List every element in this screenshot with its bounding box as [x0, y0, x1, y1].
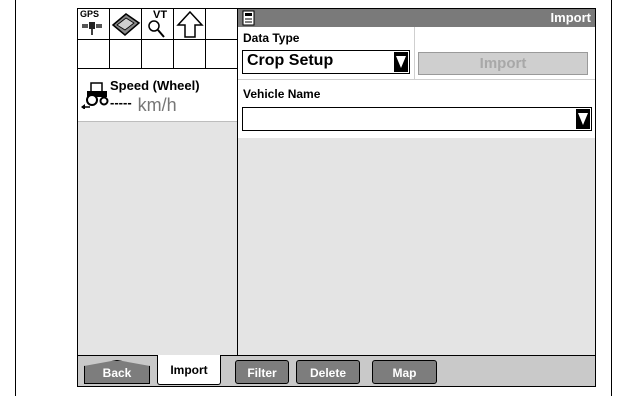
- up-arrow-icon: [176, 10, 204, 38]
- vehicle-name-select[interactable]: [242, 107, 592, 131]
- divider: [238, 79, 595, 80]
- import-form: Data Type Crop Setup Import Vehicle Name: [238, 27, 595, 138]
- delete-button[interactable]: Delete: [296, 360, 360, 384]
- vt-status[interactable]: VT: [142, 9, 174, 40]
- magnifier-icon: [148, 20, 165, 38]
- speed-unit: km/h: [137, 95, 177, 115]
- status-column: GPS VT Speed (Wheel) ----- km/h: [78, 9, 238, 355]
- speed-readout: Speed (Wheel) ----- km/h: [78, 69, 237, 122]
- device-frame: GPS VT Speed (Wheel) ----- km/h Import D…: [15, 0, 612, 396]
- vehicle-name-label: Vehicle Name: [243, 87, 321, 101]
- speed-number: -----: [110, 95, 132, 110]
- satellite-icon: [82, 22, 102, 35]
- dropdown-arrow-icon: [394, 52, 408, 72]
- tab-import[interactable]: Import: [157, 355, 221, 385]
- dropdown-arrow-icon: [576, 109, 590, 129]
- divider: [414, 27, 415, 79]
- map-button[interactable]: Map: [372, 360, 437, 384]
- panel-title: Import: [550, 10, 591, 25]
- gps-label: GPS: [80, 9, 100, 19]
- field-map-icon: [111, 13, 141, 36]
- status-slot: [174, 40, 206, 69]
- field-status[interactable]: [110, 9, 142, 40]
- tractor-icon: [81, 82, 109, 109]
- title-bar: Import: [238, 9, 595, 27]
- gps-status[interactable]: GPS: [78, 9, 110, 40]
- status-slot: [110, 40, 142, 69]
- status-slot: [206, 40, 237, 69]
- usb-drive-icon: [242, 10, 255, 26]
- status-slot: [206, 9, 237, 40]
- speed-label: Speed (Wheel): [110, 78, 200, 93]
- tab-bar: Back Import Filter Delete Map: [78, 355, 595, 386]
- guidance-status[interactable]: [174, 9, 206, 40]
- status-slot: [142, 40, 174, 69]
- import-panel: Import Data Type Crop Setup Import Vehic…: [238, 9, 595, 355]
- back-button[interactable]: Back: [84, 360, 150, 384]
- data-type-value: Crop Setup: [247, 52, 334, 69]
- import-button[interactable]: Import: [418, 52, 588, 75]
- status-icon-grid: GPS VT: [78, 9, 237, 69]
- status-slot: [78, 40, 110, 69]
- speed-value: ----- km/h: [110, 95, 177, 116]
- filter-button[interactable]: Filter: [235, 360, 289, 384]
- display-screen: GPS VT Speed (Wheel) ----- km/h Import D…: [77, 8, 596, 387]
- data-type-label: Data Type: [243, 31, 300, 45]
- data-type-select[interactable]: Crop Setup: [242, 50, 410, 74]
